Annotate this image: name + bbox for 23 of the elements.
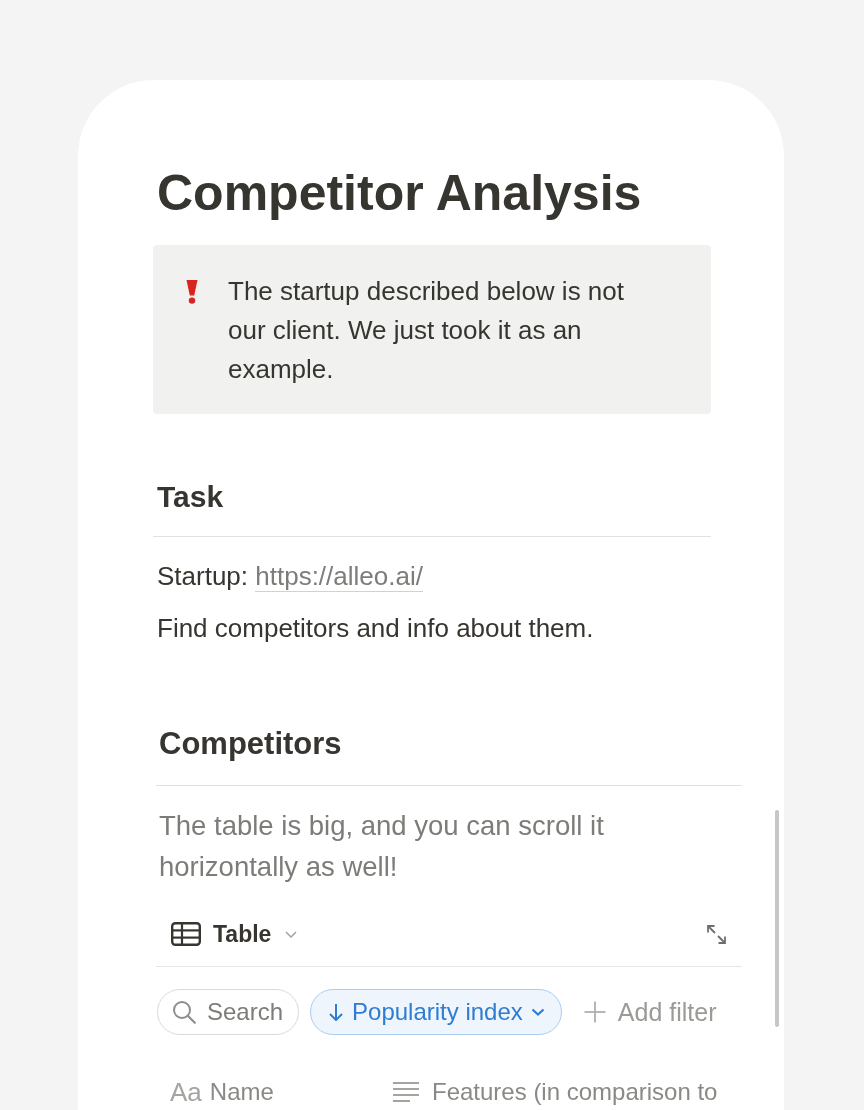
exclamation-icon bbox=[186, 280, 198, 304]
section-heading: Competitors bbox=[158, 725, 342, 763]
expand-icon[interactable] bbox=[706, 923, 727, 945]
table-icon bbox=[171, 922, 201, 946]
plus-icon bbox=[583, 1001, 606, 1023]
callout-text: The startup described below is not our client. We just took it as an example. bbox=[228, 275, 625, 386]
search-icon bbox=[172, 1000, 196, 1024]
paragraph: Find competitors and info about them. bbox=[157, 612, 594, 645]
sort-chip[interactable]: Popularity index bbox=[310, 989, 562, 1035]
chevron-down-icon bbox=[285, 930, 298, 938]
view-switcher[interactable]: Table bbox=[171, 920, 298, 948]
text-lines-icon bbox=[392, 1081, 420, 1103]
page-title: Competitor Analysis bbox=[157, 166, 642, 221]
down-arrow-icon bbox=[328, 1003, 345, 1021]
startup-link[interactable]: https://alleo.ai/ bbox=[255, 561, 423, 592]
startup-paragraph: Startup: https://alleo.ai/ bbox=[157, 560, 423, 594]
column-header[interactable]: Aa Name bbox=[170, 1077, 392, 1107]
section-heading: Task bbox=[156, 479, 224, 515]
chevron-down-icon bbox=[530, 1008, 545, 1016]
text-type-icon: Aa bbox=[170, 1077, 202, 1107]
column-header[interactable]: Features (in comparison to bbox=[392, 1077, 718, 1107]
note-text: The table is big, and you can scroll it horizontally as well! bbox=[159, 809, 605, 884]
search-button[interactable]: Search bbox=[157, 989, 300, 1035]
